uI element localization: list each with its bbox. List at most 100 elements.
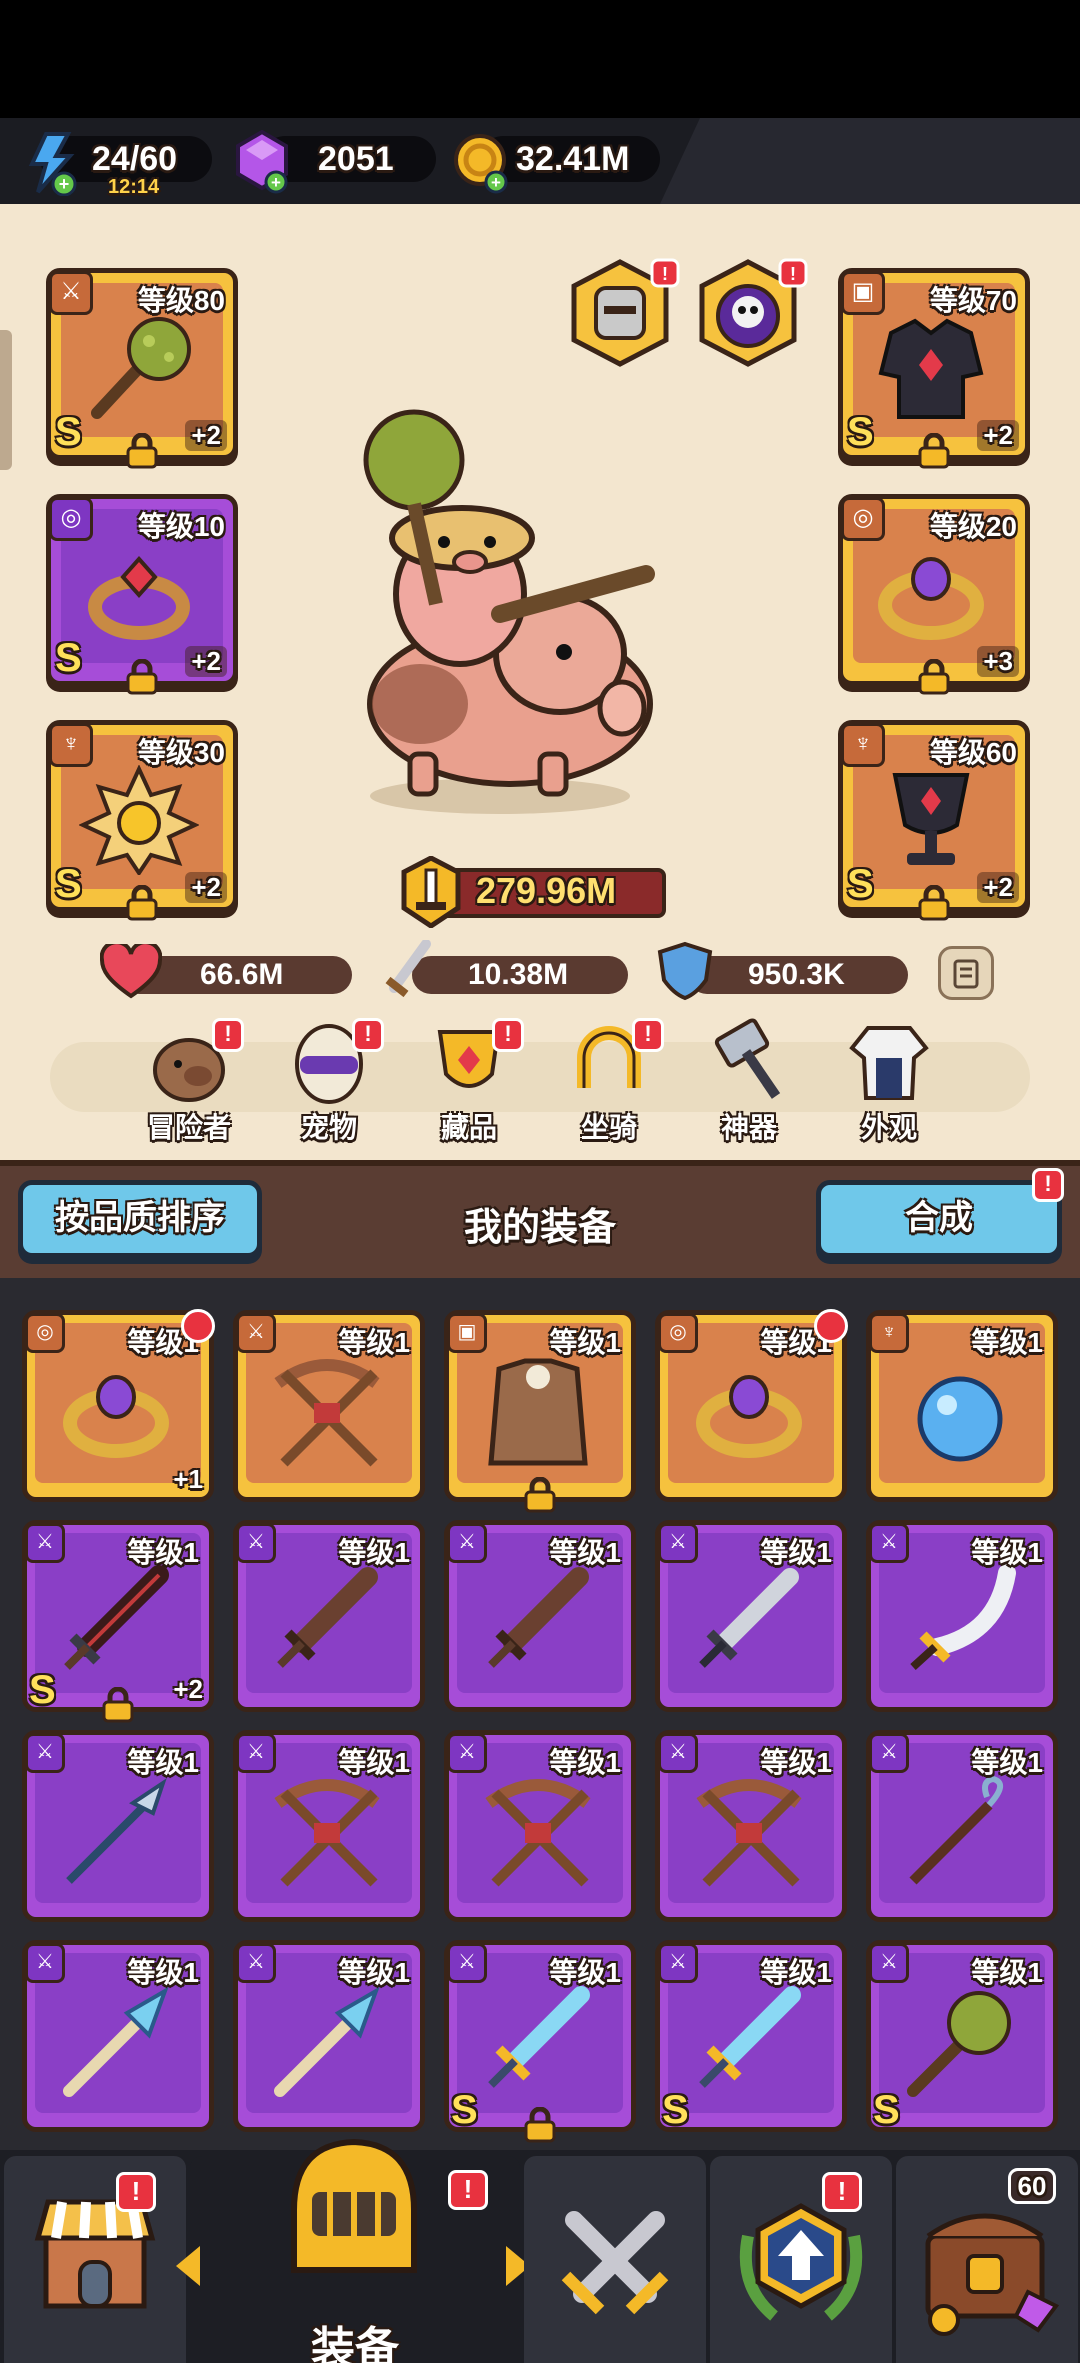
treasure-chest-icon <box>925 2213 1060 2336</box>
category-label: 坐骑 <box>580 1112 637 1143</box>
merge-notification-badge: ! <box>1032 1168 1064 1202</box>
nav-tab-battle[interactable] <box>524 2156 706 2363</box>
category-pet[interactable]: ! 宠物 <box>274 1018 384 1143</box>
grade-badge: S <box>29 1668 56 1712</box>
inventory-item[interactable]: ♆ 等级1 <box>866 1310 1058 1502</box>
inventory-item[interactable]: ▣ 等级1 <box>444 1310 636 1513</box>
hammer-icon <box>714 1018 781 1099</box>
equip-slot-weapon[interactable]: ⚔ 等级80 S +2 <box>46 268 238 469</box>
category-mount[interactable]: ! 坐骑 <box>554 1018 664 1143</box>
necklace-type-tag: ♆ <box>869 1313 909 1353</box>
nav-prev-arrow[interactable] <box>176 2246 200 2286</box>
inventory-item[interactable]: ⚔ 等级1 <box>233 1520 425 1712</box>
enhance-level: +3 <box>977 646 1019 677</box>
resource-bar-edge <box>660 118 1080 204</box>
equip-slot-ring[interactable]: ◎ 等级10 S +2 <box>46 494 238 695</box>
nav-active-label: 装备 <box>311 2324 399 2363</box>
item-level: 等级1 <box>549 1327 621 1358</box>
lock-icon <box>524 1477 556 1513</box>
defense-value: 950.3K <box>748 958 845 991</box>
inventory-item[interactable]: ◎ 等级1 +1 <box>22 1309 215 1502</box>
notification-badge: ! <box>212 1018 244 1052</box>
necklace-slot-tag: ♆ <box>49 723 93 767</box>
ring-type-tag: ◎ <box>658 1313 698 1353</box>
item-level: 等级1 <box>549 1537 621 1568</box>
pet-skull-icon[interactable]: ! <box>694 258 808 368</box>
power-sword-icon <box>401 856 461 928</box>
item-level: 等级1 <box>549 1957 621 1988</box>
ruby-ring-icon <box>88 555 190 640</box>
inventory-item[interactable]: ⚔ 等级1 <box>444 1730 636 1922</box>
item-level: 等级1 <box>338 1537 410 1568</box>
stats-detail-button[interactable] <box>938 946 994 1000</box>
equip-slot-armor[interactable]: ▣ 等级70 S +2 <box>838 268 1030 469</box>
weapon-type-tag: ⚔ <box>869 1733 909 1773</box>
hero-knight-icon[interactable]: ! <box>566 258 680 368</box>
necklace-slot-tag: ♆ <box>841 723 885 767</box>
slot-level: 等级30 <box>137 737 225 768</box>
equip-slot-ring-2[interactable]: ◎ 等级20 +3 <box>838 494 1030 695</box>
ice-sword-icon <box>488 1986 590 2088</box>
upgrade-arrow-icon <box>814 1309 848 1343</box>
weapon-type-tag: ⚔ <box>236 1943 276 1983</box>
category-collection[interactable]: ! 藏品 <box>414 1018 524 1143</box>
armor-slot-tag: ▣ <box>841 271 885 315</box>
crossbow-icon <box>485 1779 591 1887</box>
notes-icon <box>953 959 979 989</box>
item-level: 等级1 <box>971 1747 1043 1778</box>
grade-badge: S <box>873 2088 900 2132</box>
equip-slot-necklace[interactable]: ♆ 等级30 S +2 <box>46 720 238 921</box>
inventory-item[interactable]: ⚔ 等级1 <box>866 1520 1058 1712</box>
notification-badge: ! <box>492 1018 524 1052</box>
inventory-item[interactable]: ⚔ 等级1 S +2 <box>22 1520 214 1723</box>
inventory-item[interactable]: ⚔ 等级1 <box>22 1730 214 1922</box>
inventory-item[interactable]: ⚔ 等级1 <box>22 1940 214 2132</box>
inventory-item[interactable]: ⚔ 等级1 S <box>866 1940 1058 2132</box>
spear-icon <box>66 1778 167 1884</box>
blue-orb-amulet-icon <box>917 1376 1003 1462</box>
dark-greatsword-icon <box>64 1565 169 1670</box>
inventory-item[interactable]: ⚔ 等级1 S <box>655 1940 847 2132</box>
inventory-item[interactable]: ⚔ 等级1 <box>655 1520 847 1712</box>
weapon-type-tag: ⚔ <box>447 1523 487 1563</box>
enhance-level: +2 <box>173 1674 203 1704</box>
inventory-item[interactable]: ⚔ 等级1 <box>866 1730 1058 1922</box>
inventory-item[interactable]: ⚔ 等级1 <box>233 1940 425 2132</box>
equip-slot-necklace-2[interactable]: ♆ 等级60 S +2 <box>838 720 1030 921</box>
knight-helmet-icon <box>291 2138 417 2273</box>
grade-badge: S <box>55 410 82 454</box>
inventory-item[interactable]: ⚔ 等级1 <box>655 1730 847 1922</box>
enhance-level: +2 <box>185 872 227 903</box>
spiked-club-icon <box>91 317 191 419</box>
merge-button[interactable]: 合成 <box>816 1180 1062 1258</box>
inventory-item[interactable]: ⚔ 等级1 S <box>444 1940 636 2143</box>
inventory-item[interactable]: ⚔ 等级1 <box>233 1730 425 1922</box>
slot-level: 等级10 <box>137 511 225 542</box>
nav-tab-upgrade[interactable]: ! <box>710 2156 892 2363</box>
inventory-item[interactable]: ◎ 等级1 <box>655 1309 848 1502</box>
inventory-item[interactable]: ⚔ 等级1 <box>233 1310 425 1502</box>
leather-vest-icon <box>488 1358 588 1466</box>
category-appearance[interactable]: 外观 <box>834 1018 944 1143</box>
inventory-item[interactable]: ⚔ 等级1 <box>444 1520 636 1712</box>
category-adventurer[interactable]: ! 冒险者 <box>134 1018 244 1143</box>
nav-tab-chest[interactable]: 60 <box>896 2156 1078 2363</box>
weapon-type-tag: ⚔ <box>447 1943 487 1983</box>
item-level: 等级1 <box>338 1957 410 1988</box>
crossbow-icon <box>274 1779 380 1887</box>
nav-tab-shop[interactable]: ! <box>4 2156 186 2363</box>
lock-icon <box>102 1687 134 1723</box>
item-level: 等级1 <box>338 1327 410 1358</box>
enhance-level: +2 <box>185 420 227 451</box>
category-artifact[interactable]: 神器 <box>694 1018 804 1143</box>
slot-level: 等级60 <box>929 737 1017 768</box>
shield-stat-icon <box>657 941 713 1001</box>
weapon-type-tag: ⚔ <box>236 1733 276 1773</box>
ring-type-tag: ◎ <box>25 1313 65 1353</box>
hp-value: 66.6M <box>200 958 284 991</box>
amethyst-ring-icon <box>696 1375 802 1458</box>
item-level: 等级1 <box>971 1537 1043 1568</box>
gold-value: 32.41M <box>516 140 630 178</box>
lock-icon <box>918 885 950 921</box>
sort-by-quality-button[interactable]: 按品质排序 <box>18 1180 262 1258</box>
